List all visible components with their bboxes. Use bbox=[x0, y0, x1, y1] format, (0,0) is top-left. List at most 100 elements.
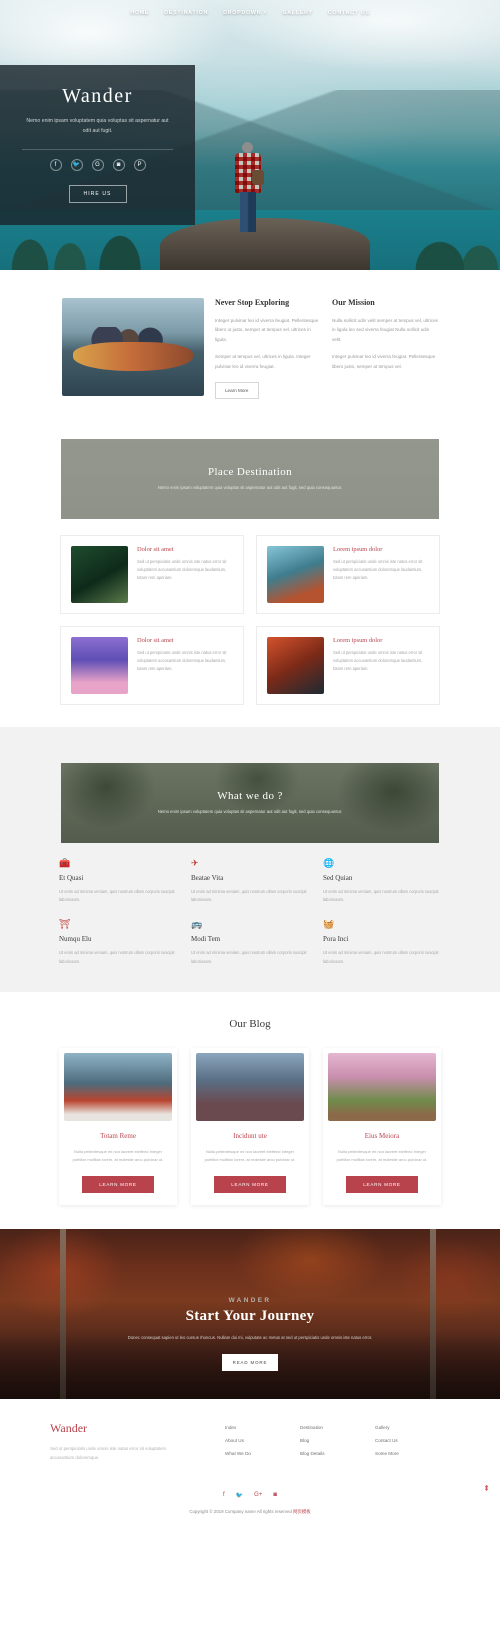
google-plus-icon[interactable]: G bbox=[91, 158, 104, 171]
blog-card[interactable]: Eius Meiora Nulla pellentesque mi non la… bbox=[323, 1047, 441, 1205]
about-column-exploring: Never Stop Exploring Integer pulvinar le… bbox=[215, 298, 321, 400]
airplane-icon: ✈ bbox=[191, 858, 199, 869]
service-item: ✈ Beatae Vita Ut enim ad minima veniam, … bbox=[191, 859, 309, 904]
destination-card-text: Sed ut perspiciatis unde omnis iste natu… bbox=[137, 559, 227, 581]
service-item: 🚌 Modi Tem Ut enim ad minima veniam, qui… bbox=[191, 920, 309, 965]
destination-card-title: Lorem ipsum dolor bbox=[333, 637, 383, 645]
footer-link-blog[interactable]: Blog bbox=[300, 1438, 375, 1443]
about-section: Never Stop Exploring Integer pulvinar le… bbox=[0, 270, 500, 425]
google-plus-icon[interactable]: G+ bbox=[254, 1492, 262, 1499]
destination-card-text: Sed ut perspiciatis unde omnis iste natu… bbox=[137, 650, 227, 672]
pinterest-icon[interactable]: P bbox=[133, 158, 146, 171]
nav-item-gallery[interactable]: GALLERY bbox=[282, 10, 312, 16]
hire-us-button[interactable]: HIRE US bbox=[68, 184, 127, 203]
nav-item-dropdown[interactable]: DROPDOWN ˅ bbox=[223, 10, 267, 16]
destination-card-title: Dolor sit amet bbox=[137, 637, 174, 645]
twitter-icon[interactable]: 🐦 bbox=[236, 1492, 243, 1499]
footer-link-index[interactable]: Index bbox=[225, 1425, 300, 1430]
facebook-icon[interactable]: f bbox=[223, 1492, 225, 1499]
back-to-top-icon[interactable]: ⇞ bbox=[483, 1484, 490, 1493]
read-more-button[interactable]: READ MORE bbox=[222, 1354, 278, 1372]
about-text-2b: Integer pulvinar leo id viverra feugiat.… bbox=[332, 354, 436, 369]
hero-social-links[interactable]: f 🐦 G ◙ P bbox=[16, 158, 179, 171]
nav-item-contact-us[interactable]: CONTACT US bbox=[328, 10, 370, 16]
about-text-1b: Semper at tempus vel, ultrices in ligula… bbox=[215, 354, 311, 369]
service-title: Beatae Vita bbox=[191, 874, 224, 883]
hero-section: HOME DESTINATION DROPDOWN ˅ GALLERY CONT… bbox=[0, 0, 500, 270]
about-text-1a: Integer pulvinar leo id viverra feugiat.… bbox=[215, 318, 319, 342]
nav-item-destination[interactable]: DESTINATION bbox=[164, 10, 208, 16]
footer-links[interactable]: Index About Us What We Do Destination Bl… bbox=[225, 1421, 450, 1464]
blog-card[interactable]: Totam Reme Nulla pellentesque mi non lao… bbox=[59, 1047, 177, 1205]
service-title: Pora Inci bbox=[323, 935, 349, 944]
destination-card[interactable]: Lorem ipsum dolor Sed ut perspiciatis un… bbox=[256, 535, 440, 615]
footer-link-gallery[interactable]: Gallery bbox=[375, 1425, 450, 1430]
blog-title: Totam Reme bbox=[100, 1131, 136, 1140]
destination-thumbnail bbox=[71, 546, 128, 604]
about-image bbox=[62, 298, 204, 396]
footer-link-destination[interactable]: Destination bbox=[300, 1425, 375, 1430]
about-column-mission: Our Mission Nulla sollicit udin velit se… bbox=[332, 298, 438, 399]
footer-column-2: Destination Blog Blog Details bbox=[300, 1425, 375, 1464]
destination-thumbnail bbox=[71, 637, 128, 695]
blog-learn-more-button[interactable]: LEARN MORE bbox=[82, 1175, 154, 1193]
copyright-bar: Copyright © 2019 Company name All rights… bbox=[0, 1499, 500, 1527]
service-title: Modi Tem bbox=[191, 935, 221, 944]
footer-social-links[interactable]: f 🐦 G+ ◙ bbox=[0, 1492, 500, 1499]
destination-banner-title: Place Destination bbox=[207, 466, 293, 479]
services-banner-title: What we do ? bbox=[217, 790, 283, 803]
service-text: Ut enim ad minima veniam, quis nostrum u… bbox=[323, 889, 439, 903]
instagram-icon[interactable]: ◙ bbox=[112, 158, 125, 171]
main-navigation[interactable]: HOME DESTINATION DROPDOWN ˅ GALLERY CONT… bbox=[0, 0, 500, 26]
about-title-1: Never Stop Exploring bbox=[215, 298, 290, 307]
blog-card[interactable]: Incidunt ute Nulla pellentesque mi non l… bbox=[191, 1047, 309, 1205]
hero-content-box: Wander Nemo enim ipsam voluptatem quia v… bbox=[0, 65, 195, 225]
services-banner-subtitle: Nemo enim ipsam voluptatem quia voluptas… bbox=[157, 809, 343, 815]
service-text: Ut enim ad minima veniam, quis nostrum u… bbox=[59, 950, 175, 964]
footer-brand-name: Wander bbox=[50, 1420, 88, 1435]
instagram-icon[interactable]: ◙ bbox=[273, 1492, 277, 1499]
footer-brand: Wander Sed ut perspiciatis unde omnis is… bbox=[50, 1421, 225, 1464]
hero-rock bbox=[160, 218, 370, 270]
service-item: 🌐 Sed Quian Ut enim ad minima veniam, qu… bbox=[323, 859, 441, 904]
destination-card[interactable]: Lorem ipsum dolor Sed ut perspiciatis un… bbox=[256, 626, 440, 706]
services-banner: What we do ? Nemo enim ipsam voluptatem … bbox=[61, 763, 439, 844]
destination-section: Place Destination Nemo enim ipsam volupt… bbox=[0, 439, 500, 706]
cta-section: WANDER Start Your Journey Donec consequa… bbox=[0, 1228, 500, 1399]
facebook-icon[interactable]: f bbox=[49, 158, 62, 171]
destination-thumbnail bbox=[267, 637, 324, 695]
service-text: Ut enim ad minima veniam, quis nostrum u… bbox=[191, 889, 307, 903]
footer-link-what-we-do[interactable]: What We Do bbox=[225, 1451, 300, 1456]
blog-heading: Our Blog bbox=[229, 1017, 271, 1030]
blog-image bbox=[328, 1052, 436, 1121]
footer-link-blog-details[interactable]: Blog Details bbox=[300, 1451, 375, 1456]
footer-link-about-us[interactable]: About Us bbox=[225, 1438, 300, 1443]
copyright-link[interactable]: 网页模板 bbox=[293, 1509, 311, 1514]
nav-item-home[interactable]: HOME bbox=[130, 10, 149, 16]
blog-image bbox=[64, 1052, 172, 1121]
blog-learn-more-button[interactable]: LEARN MORE bbox=[214, 1175, 286, 1193]
services-grid: 🧰 Et Quasi Ut enim ad minima veniam, qui… bbox=[59, 859, 441, 966]
blog-learn-more-button[interactable]: LEARN MORE bbox=[346, 1175, 418, 1193]
service-item: ⛩ Numqu Elu Ut enim ad minima veniam, qu… bbox=[59, 920, 177, 965]
hero-divider bbox=[22, 148, 173, 150]
blog-title: Eius Meiora bbox=[364, 1131, 400, 1140]
blog-image bbox=[196, 1052, 304, 1121]
destination-card[interactable]: Dolor sit amet Sed ut perspiciatis unde … bbox=[60, 626, 244, 706]
suitcase-icon: 🧰 bbox=[59, 858, 71, 869]
destination-banner-subtitle: Nemo enim ipsam voluptatem quia voluptas… bbox=[157, 485, 343, 491]
twitter-icon[interactable]: 🐦 bbox=[70, 158, 83, 171]
footer-top: Wander Sed ut perspiciatis unde omnis is… bbox=[50, 1421, 450, 1464]
cta-title: Start Your Journey bbox=[185, 1307, 315, 1324]
footer-link-contact-us[interactable]: Contact Us bbox=[375, 1438, 450, 1443]
service-text: Ut enim ad minima veniam, quis nostrum u… bbox=[323, 950, 439, 964]
destination-card-title: Lorem ipsum dolor bbox=[333, 546, 383, 554]
blog-title: Incidunt ute bbox=[233, 1131, 267, 1140]
footer-link-some-more[interactable]: Some More bbox=[375, 1451, 450, 1456]
destination-card[interactable]: Dolor sit amet Sed ut perspiciatis unde … bbox=[60, 535, 244, 615]
service-title: Sed Quian bbox=[323, 874, 353, 883]
service-item: 🧺 Pora Inci Ut enim ad minima veniam, qu… bbox=[323, 920, 441, 965]
learn-more-button[interactable]: Learn More bbox=[215, 382, 259, 400]
blog-text: Nulla pellentesque mi non laoreet eleife… bbox=[336, 1148, 428, 1162]
footer-column-1: Index About Us What We Do bbox=[225, 1425, 300, 1464]
